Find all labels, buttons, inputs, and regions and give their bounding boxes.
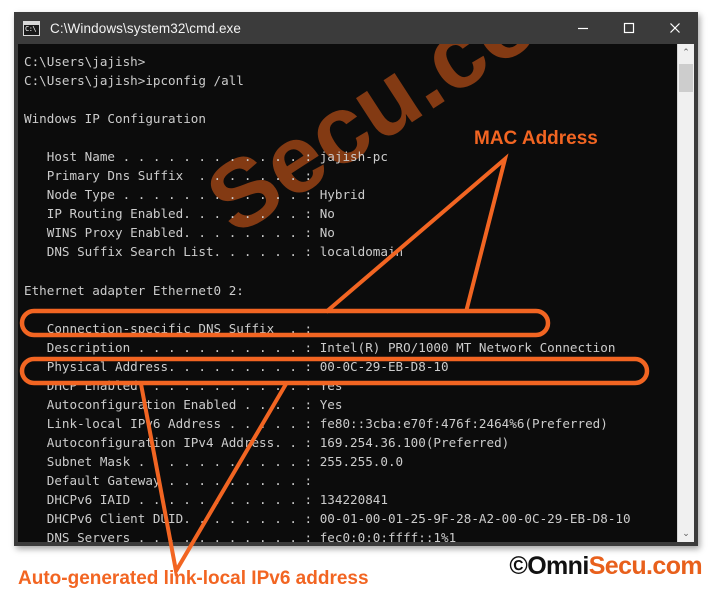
console-scrollbar[interactable]: ⌃ ⌄ (677, 44, 694, 542)
cmd-console-icon (23, 20, 40, 36)
window-title: C:\Windows\system32\cmd.exe (50, 20, 242, 36)
omnisecu-logo: ©OmniSecu.com (509, 552, 702, 581)
logo-dark-part: ©Omni (509, 552, 589, 580)
maximize-button[interactable] (606, 12, 652, 44)
console-text: C:\Users\jajish> C:\Users\jajish>ipconfi… (24, 54, 631, 542)
screenshot-canvas: C:\Windows\system32\cmd.exe (0, 0, 712, 605)
window-titlebar[interactable]: C:\Windows\system32\cmd.exe (14, 12, 698, 44)
console-output-area[interactable]: Secu.com C:\Users\jajish> C:\Users\jajis… (18, 44, 694, 542)
window-controls (560, 12, 698, 44)
annotation-ipv6-label: Auto-generated link-local IPv6 address (18, 568, 369, 589)
close-button[interactable] (652, 12, 698, 44)
scroll-down-arrow-icon[interactable]: ⌄ (678, 525, 694, 542)
cmd-window: C:\Windows\system32\cmd.exe (14, 12, 698, 546)
scroll-up-arrow-icon[interactable]: ⌃ (678, 44, 694, 61)
minimize-button[interactable] (560, 12, 606, 44)
logo-orange-part: Secu.com (588, 552, 703, 580)
annotation-mac-address-label: MAC Address (474, 128, 598, 149)
scrollbar-thumb[interactable] (679, 64, 693, 92)
